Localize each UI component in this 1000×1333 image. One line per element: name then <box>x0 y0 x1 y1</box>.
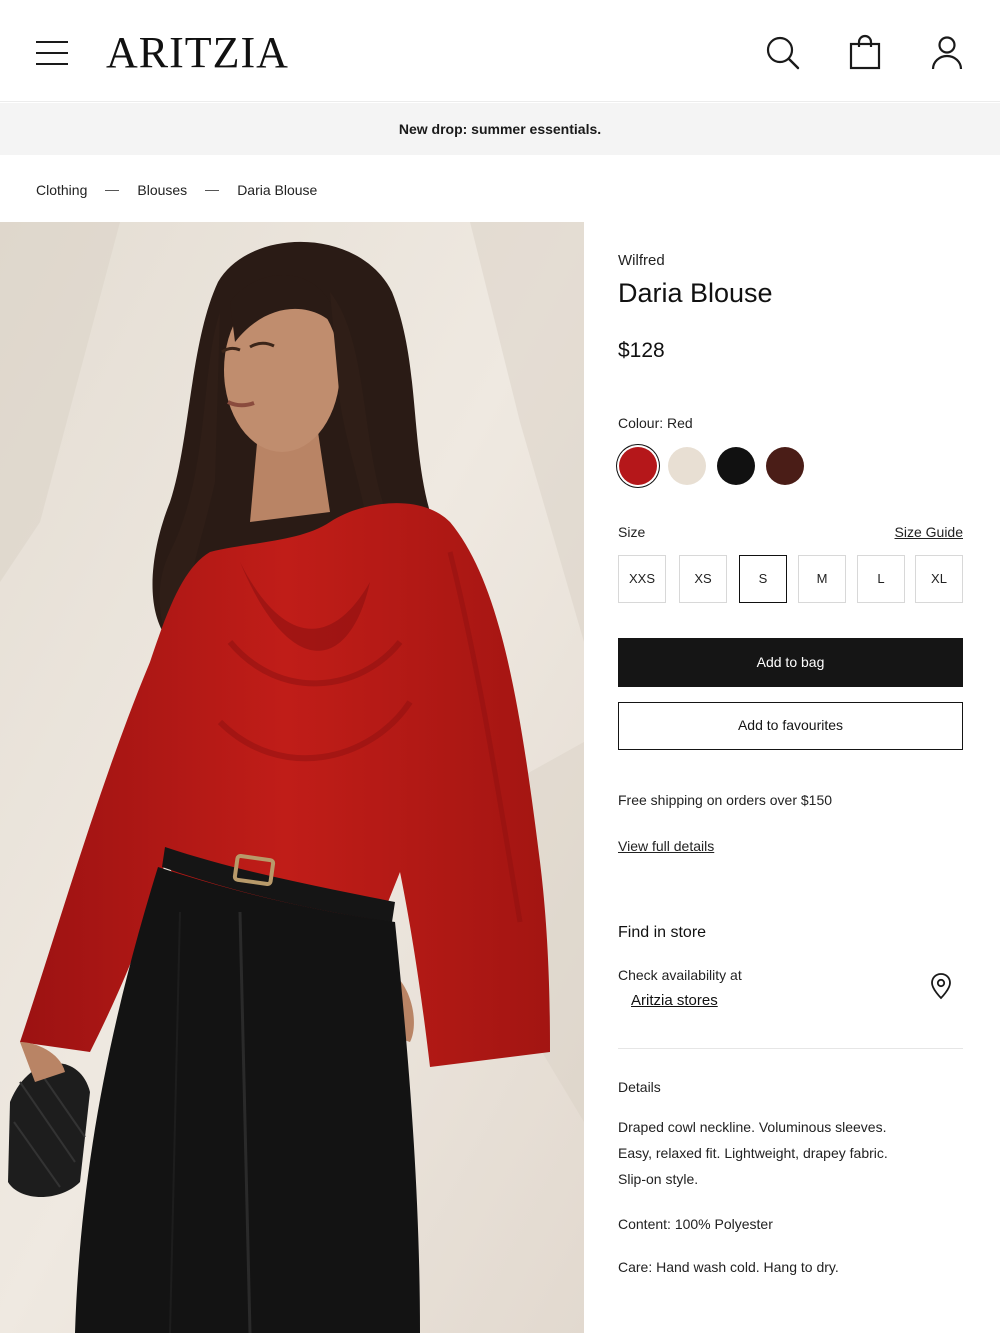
swatch-brown[interactable] <box>766 447 804 485</box>
aritzia-stores-link[interactable]: Aritzia stores <box>631 992 718 1009</box>
view-full-details-link[interactable]: View full details <box>618 838 714 854</box>
details-content: Content: 100% Polyester <box>618 1216 773 1232</box>
search-icon[interactable] <box>764 34 800 70</box>
product-brand[interactable]: Wilfred <box>618 252 665 269</box>
breadcrumb-clothing[interactable]: Clothing <box>36 182 87 198</box>
details-line: Easy, relaxed fit. Lightweight, drapey f… <box>618 1145 888 1161</box>
shipping-note: Free shipping on orders over $150 <box>618 792 833 808</box>
logo[interactable]: ARITZIA <box>106 28 289 78</box>
product-name: Daria Blouse <box>618 278 773 308</box>
product-image[interactable] <box>0 222 584 1333</box>
details-title: Details <box>618 1079 661 1095</box>
size-guide-link[interactable]: Size Guide <box>895 524 963 540</box>
check-availability-text: Check availability at <box>618 967 742 983</box>
size-m-button[interactable]: M <box>798 555 846 603</box>
swatch-black[interactable] <box>717 447 755 485</box>
details-care: Care: Hand wash cold. Hang to dry. <box>618 1259 839 1275</box>
location-pin-icon[interactable] <box>930 972 952 1000</box>
breadcrumb-separator <box>205 189 220 191</box>
promo-banner[interactable]: New drop: summer essentials. <box>0 103 1000 155</box>
breadcrumb-current: Daria Blouse <box>237 182 318 198</box>
size-selector: XXS XS S M L XL <box>618 555 963 603</box>
details-line: Slip-on style. <box>618 1171 699 1187</box>
colour-label: Colour: Red <box>618 415 693 431</box>
breadcrumb-blouses[interactable]: Blouses <box>137 182 187 198</box>
section-divider <box>618 1048 963 1049</box>
account-icon[interactable] <box>929 34 965 70</box>
size-l-button[interactable]: L <box>857 555 905 603</box>
add-to-bag-button[interactable]: Add to bag <box>618 638 963 687</box>
size-xs-button[interactable]: XS <box>679 555 727 603</box>
find-in-store-title: Find in store <box>618 924 707 941</box>
details-line: Draped cowl neckline. Voluminous sleeves… <box>618 1119 887 1135</box>
shopping-bag-icon[interactable] <box>847 34 883 70</box>
model-photo-illustration <box>0 222 584 1333</box>
size-xxs-button[interactable]: XXS <box>618 555 666 603</box>
size-label: Size <box>618 524 646 540</box>
size-s-button[interactable]: S <box>739 555 787 603</box>
site-header: ARITZIA <box>0 0 1000 102</box>
menu-icon[interactable] <box>36 40 68 66</box>
size-xl-button[interactable]: XL <box>915 555 963 603</box>
add-to-favourites-button[interactable]: Add to favourites <box>618 702 963 750</box>
breadcrumb-separator <box>105 189 120 191</box>
product-price: $128 <box>618 339 665 362</box>
swatch-red[interactable] <box>619 447 657 485</box>
breadcrumb: Clothing Blouses Daria Blouse <box>36 180 317 200</box>
swatch-cream[interactable] <box>668 447 706 485</box>
